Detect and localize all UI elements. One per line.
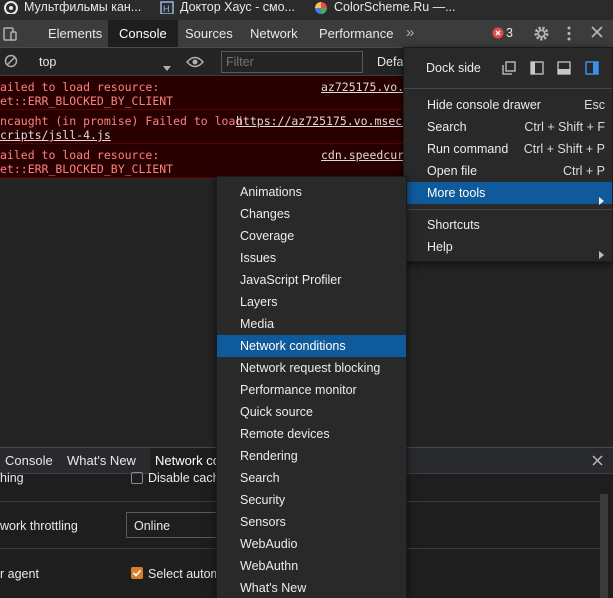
devtools-main-menu: Dock side Hide console drawer Esc Search… — [403, 47, 613, 262]
menu-item-shortcuts[interactable]: Shortcuts — [404, 214, 612, 236]
drawer-scrollbar[interactable] — [600, 494, 608, 598]
filter-input[interactable] — [221, 51, 363, 73]
more-tabs-chevron-icon[interactable]: » — [406, 24, 414, 41]
menu-item-help[interactable]: Help — [404, 236, 612, 259]
more-tools-item-media[interactable]: Media — [217, 313, 406, 335]
menu-item-open-file[interactable]: Open file Ctrl + P — [404, 160, 612, 182]
clear-console-icon[interactable] — [4, 54, 18, 71]
error-url-link[interactable]: https://az725175.vo.msecnd — [236, 114, 416, 128]
more-tools-item-layers[interactable]: Layers — [217, 291, 406, 313]
devtools-tab-bar: Elements Console Sources Network Perform… — [0, 20, 613, 48]
more-tools-item-quick-source[interactable]: Quick source — [217, 401, 406, 423]
more-tools-item-search[interactable]: Search — [217, 467, 406, 489]
disable-cache-label: Disable cache — [148, 471, 227, 485]
disable-cache-checkbox[interactable] — [131, 472, 143, 484]
user-agent-label: r agent — [0, 567, 39, 581]
error-source-link[interactable]: az725175.vo.m — [321, 80, 411, 94]
more-tools-item-sensors[interactable]: Sensors — [217, 511, 406, 533]
menu-separator — [404, 209, 612, 210]
live-expression-eye-icon[interactable] — [186, 56, 204, 71]
error-text-line2[interactable]: cripts/jsll-4.js — [0, 128, 111, 142]
more-tools-item-network-conditions[interactable]: Network conditions — [217, 335, 406, 357]
more-tools-item-webauthn[interactable]: WebAuthn — [217, 555, 406, 577]
bookmark-item[interactable]: Мультфильмы кан... — [4, 0, 141, 14]
bookmarks-bar: Мультфильмы кан... H Доктор Хаус - смо..… — [0, 0, 613, 20]
bookmark-label: Доктор Хаус - смо... — [180, 0, 295, 14]
select-automatically-checkbox[interactable] — [131, 567, 143, 579]
shortcut-text: Ctrl + Shift + F — [524, 120, 605, 134]
drawer-tab-whats-new[interactable]: What's New — [62, 448, 141, 474]
device-toolbar-icon[interactable] — [2, 26, 18, 45]
context-dropdown-icon — [163, 59, 171, 74]
dock-side-label: Dock side — [426, 61, 481, 75]
context-selector[interactable]: top — [29, 51, 177, 73]
dock-left-icon[interactable] — [530, 61, 544, 78]
tab-sources[interactable]: Sources — [174, 20, 244, 47]
network-throttling-label: work throttling — [0, 519, 78, 533]
more-tools-item-performance-monitor[interactable]: Performance monitor — [217, 379, 406, 401]
settings-gear-icon[interactable] — [533, 25, 550, 45]
error-source-link[interactable]: cdn.speedcurv — [321, 148, 411, 162]
house-m-d-icon: H — [160, 1, 174, 14]
error-text-line2: et::ERR_BLOCKED_BY_CLIENT — [0, 94, 174, 108]
error-text-line1: ncaught (in promise) Failed to load — [0, 114, 243, 128]
caching-label: hing — [0, 471, 24, 485]
error-text-line1: ailed to load resource: — [0, 148, 160, 162]
context-selector-value: top — [39, 55, 57, 69]
close-devtools-icon[interactable] — [590, 25, 604, 42]
menu-item-hide-console-drawer[interactable]: Hide console drawer Esc — [404, 94, 612, 116]
error-badge-icon[interactable] — [492, 27, 504, 42]
shortcut-text: Ctrl + P — [562, 164, 605, 178]
shortcut-text: Ctrl + Shift + P — [523, 142, 605, 156]
more-tools-item-coverage[interactable]: Coverage — [217, 225, 406, 247]
colorscheme-icon — [314, 1, 327, 14]
bookmark-item[interactable]: ColorScheme.Ru —... — [314, 0, 456, 14]
dock-right-icon[interactable] — [585, 61, 599, 78]
more-tools-submenu: Animations Changes Coverage Issues JavaS… — [216, 176, 407, 598]
menu-item-run-command[interactable]: Run command Ctrl + Shift + P — [404, 138, 612, 160]
more-tools-item-remote-devices[interactable]: Remote devices — [217, 423, 406, 445]
error-text-line1: ailed to load resource: — [0, 80, 160, 94]
undock-icon[interactable] — [502, 61, 516, 78]
more-tools-item-issues[interactable]: Issues — [217, 247, 406, 269]
more-tools-item-network-request-blocking[interactable]: Network request blocking — [217, 357, 406, 379]
tab-performance[interactable]: Performance — [308, 20, 404, 47]
more-tools-item-webaudio[interactable]: WebAudio — [217, 533, 406, 555]
more-tools-item-whats-new[interactable]: What's New — [217, 577, 406, 598]
tab-network[interactable]: Network — [239, 20, 309, 47]
tab-elements[interactable]: Elements — [37, 20, 113, 47]
dock-bottom-icon[interactable] — [557, 61, 571, 78]
error-text-line2: et::ERR_BLOCKED_BY_CLIENT — [0, 162, 174, 176]
select-automatically-label: Select autom — [148, 567, 221, 581]
bookmark-label: Мультфильмы кан... — [24, 0, 142, 14]
more-tools-item-animations[interactable]: Animations — [217, 181, 406, 203]
network-throttling-value: Online — [134, 519, 171, 533]
bookmark-label: ColorScheme.Ru —... — [334, 0, 456, 14]
more-tools-item-changes[interactable]: Changes — [217, 203, 406, 225]
shortcut-text: Esc — [584, 98, 605, 112]
kebab-menu-icon[interactable] — [565, 25, 573, 45]
menu-separator — [404, 88, 612, 89]
more-tools-item-security[interactable]: Security — [217, 489, 406, 511]
cartoon-site-icon — [4, 1, 18, 14]
menu-item-search[interactable]: Search Ctrl + Shift + F — [404, 116, 612, 138]
more-tools-item-rendering[interactable]: Rendering — [217, 445, 406, 467]
submenu-arrow-icon — [599, 244, 604, 266]
error-count[interactable]: 3 — [506, 26, 513, 40]
svg-text:H: H — [163, 4, 170, 14]
close-drawer-icon[interactable] — [591, 454, 604, 470]
menu-item-more-tools[interactable]: More tools — [404, 182, 612, 205]
tab-console[interactable]: Console — [108, 20, 178, 47]
network-throttling-select[interactable]: Online — [126, 512, 226, 538]
bookmark-item[interactable]: H Доктор Хаус - смо... — [160, 0, 295, 14]
more-tools-item-javascript-profiler[interactable]: JavaScript Profiler — [217, 269, 406, 291]
